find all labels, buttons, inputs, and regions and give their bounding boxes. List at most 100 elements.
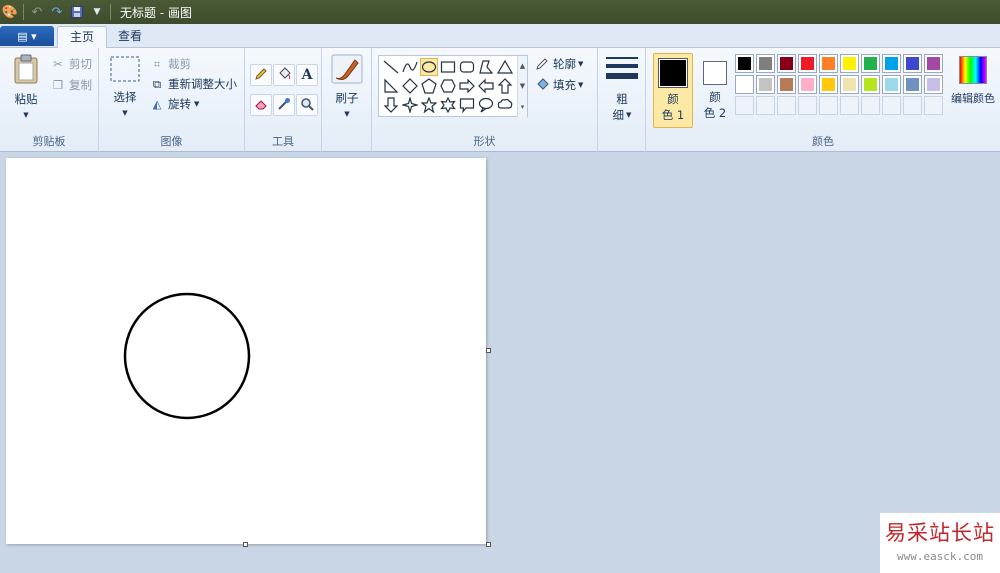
six-point-star-shape[interactable] xyxy=(439,96,457,114)
paint-menu-button[interactable]: ▤ ▾ xyxy=(0,26,54,46)
rounded-rectangle-shape[interactable] xyxy=(458,58,476,76)
outline-button[interactable]: 轮廓 ▼ xyxy=(534,56,583,72)
copy-button[interactable]: ❐ 复制 xyxy=(50,77,92,93)
fill-button[interactable]: 填充 ▼ xyxy=(534,77,583,93)
text-tool[interactable]: A xyxy=(296,64,318,86)
tab-home[interactable]: 主页 xyxy=(57,26,108,48)
color-swatch[interactable] xyxy=(882,54,901,73)
redo-icon[interactable]: ↷ xyxy=(47,2,67,22)
shapes-scroll-down-icon[interactable]: ▼ xyxy=(517,76,527,96)
rotate-button[interactable]: ◭ 旋转 ▼ xyxy=(149,96,200,112)
color-swatch[interactable] xyxy=(861,75,880,94)
rectangular-callout-shape[interactable] xyxy=(458,96,476,114)
clipboard-group-label: 剪贴板 xyxy=(32,135,66,148)
color-swatch[interactable] xyxy=(819,54,838,73)
color-swatch[interactable] xyxy=(798,75,817,94)
color-swatch[interactable] xyxy=(735,75,754,94)
custom-color-slot[interactable] xyxy=(861,96,880,115)
paint-app-icon[interactable]: 🎨 xyxy=(0,2,20,22)
down-arrow-shape[interactable] xyxy=(382,96,400,114)
four-point-star-shape[interactable] xyxy=(401,96,419,114)
color-picker-tool[interactable] xyxy=(273,94,295,116)
brushes-button[interactable]: 刷子 ▼ xyxy=(328,54,366,118)
left-arrow-shape[interactable] xyxy=(477,77,495,95)
menu-icon: ▤ ▾ xyxy=(17,29,37,43)
curve-shape[interactable] xyxy=(401,58,419,76)
triangle-shape[interactable] xyxy=(496,58,514,76)
tab-strip: ▤ ▾ 主页 查看 xyxy=(0,24,1000,48)
crop-button[interactable]: ⌗ 裁剪 xyxy=(149,56,191,72)
hexagon-shape[interactable] xyxy=(439,77,457,95)
color-swatch-fill xyxy=(885,78,898,91)
color-swatch[interactable] xyxy=(882,75,901,94)
oval-shape[interactable] xyxy=(420,58,438,76)
up-arrow-shape[interactable] xyxy=(496,77,514,95)
magnifier-tool[interactable] xyxy=(296,94,318,116)
undo-icon[interactable]: ↶ xyxy=(27,2,47,22)
resize-button[interactable]: ⧉ 重新调整大小 xyxy=(149,76,237,92)
color-swatch-fill xyxy=(927,78,940,91)
custom-color-slot[interactable] xyxy=(840,96,859,115)
oval-callout-shape[interactable] xyxy=(477,96,495,114)
quick-access-dropdown-icon[interactable]: ▼ xyxy=(87,2,107,22)
drawing-canvas[interactable] xyxy=(6,158,486,544)
shapes-more-icon[interactable]: ▾ xyxy=(517,96,527,117)
color-swatch[interactable] xyxy=(903,75,922,94)
size-button[interactable]: 粗 细 ▼ xyxy=(604,56,640,123)
custom-color-slot[interactable] xyxy=(798,96,817,115)
resize-label: 重新调整大小 xyxy=(168,77,237,91)
rectangle-shape[interactable] xyxy=(439,58,457,76)
color-swatch[interactable] xyxy=(756,54,775,73)
custom-color-slot[interactable] xyxy=(903,96,922,115)
color-swatch[interactable] xyxy=(840,54,859,73)
color2-swatch xyxy=(703,61,727,85)
edit-colors-button[interactable]: 编辑颜色 xyxy=(948,56,998,106)
color-swatch[interactable] xyxy=(798,54,817,73)
resize-handle-bottom[interactable] xyxy=(243,542,248,547)
cut-button[interactable]: ✂ 剪切 xyxy=(50,56,92,72)
custom-color-slot[interactable] xyxy=(819,96,838,115)
select-button[interactable]: 选择 ▼ xyxy=(107,56,143,117)
paste-button[interactable]: 粘贴 ▼ xyxy=(8,54,44,119)
drawn-circle xyxy=(123,292,251,420)
custom-color-slot[interactable] xyxy=(756,96,775,115)
diamond-shape[interactable] xyxy=(401,77,419,95)
chevron-down-icon: ▼ xyxy=(122,109,128,117)
color-swatch[interactable] xyxy=(924,75,943,94)
pentagon-shape[interactable] xyxy=(420,77,438,95)
pencil-tool[interactable] xyxy=(250,64,272,86)
shapes-scroll-up-icon[interactable]: ▲ xyxy=(517,56,527,76)
polygon-shape[interactable] xyxy=(477,58,495,76)
custom-color-slot[interactable] xyxy=(924,96,943,115)
title-bar: 🎨 ↶ ↷ ▼ 无标题 - 画图 xyxy=(0,0,1000,24)
color-swatch-fill xyxy=(822,78,835,91)
eraser-tool[interactable] xyxy=(250,94,272,116)
five-point-star-shape[interactable] xyxy=(420,96,438,114)
color2-button[interactable]: 颜 色 2 xyxy=(697,54,733,129)
resize-handle-corner[interactable] xyxy=(486,542,491,547)
color-swatch[interactable] xyxy=(819,75,838,94)
tab-view[interactable]: 查看 xyxy=(106,26,154,48)
resize-handle-right[interactable] xyxy=(486,348,491,353)
color-swatch[interactable] xyxy=(777,54,796,73)
color-swatch-fill xyxy=(801,57,814,70)
fill-tool[interactable] xyxy=(273,64,295,86)
color-swatch[interactable] xyxy=(777,75,796,94)
color1-button[interactable]: 颜 色 1 xyxy=(653,53,693,128)
ribbon: 粘贴 ▼ ✂ 剪切 ❐ 复制 剪贴板 选择 ▼ ⌗ 裁剪 ⧉ 重新调整大小 ◭ … xyxy=(0,48,1000,152)
cloud-callout-shape[interactable] xyxy=(496,96,514,114)
color-swatch[interactable] xyxy=(756,75,775,94)
custom-color-slot[interactable] xyxy=(882,96,901,115)
custom-color-slot[interactable] xyxy=(735,96,754,115)
right-arrow-shape[interactable] xyxy=(458,77,476,95)
right-triangle-shape[interactable] xyxy=(382,77,400,95)
color-swatch[interactable] xyxy=(840,75,859,94)
color-swatch[interactable] xyxy=(861,54,880,73)
save-icon[interactable] xyxy=(67,2,87,22)
color-swatch[interactable] xyxy=(735,54,754,73)
color-swatch[interactable] xyxy=(903,54,922,73)
cut-label: 剪切 xyxy=(69,57,92,71)
color-swatch[interactable] xyxy=(924,54,943,73)
line-shape[interactable] xyxy=(382,58,400,76)
custom-color-slot[interactable] xyxy=(777,96,796,115)
